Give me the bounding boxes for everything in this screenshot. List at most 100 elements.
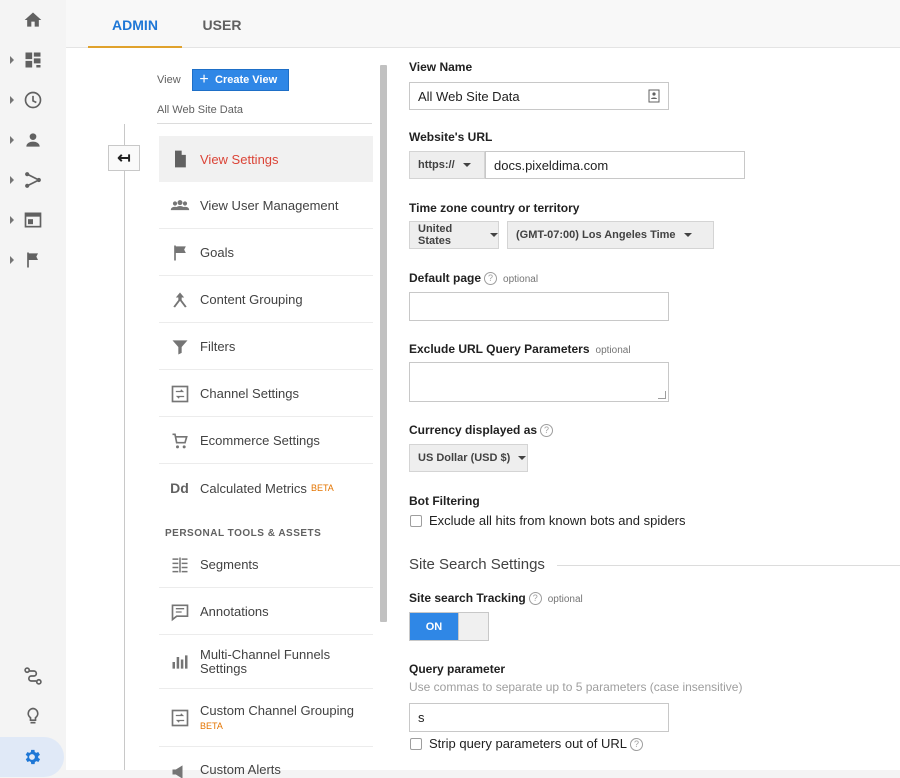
nav-item-segments[interactable]: Segments xyxy=(159,542,373,588)
tab-admin[interactable]: ADMIN xyxy=(88,0,182,48)
clock-icon xyxy=(24,91,42,109)
site-search-heading: Site Search Settings xyxy=(409,556,545,573)
back-arrow-icon: ↤ xyxy=(117,150,131,167)
nav-item-custom-alerts[interactable]: Custom Alerts xyxy=(159,748,373,778)
resize-handle-icon[interactable] xyxy=(658,391,666,399)
currency-value: US Dollar (USD $) xyxy=(418,452,511,464)
behavior-icon xyxy=(24,212,42,228)
dd-icon: Dd xyxy=(170,480,189,496)
help-icon[interactable]: ? xyxy=(629,738,643,751)
nav-item-multi-channel-funnels-settings[interactable]: Multi-Channel Funnels Settings xyxy=(159,636,373,689)
help-icon[interactable]: ? xyxy=(484,272,498,285)
attribution-icon[interactable] xyxy=(0,660,66,692)
nav-item-view-settings[interactable]: View Settings xyxy=(159,136,373,182)
nav-item-calculated-metrics[interactable]: Dd Calculated Metrics BETA xyxy=(159,465,373,511)
timezone-country-dropdown[interactable]: United States xyxy=(409,221,499,249)
nav-item-label: Goals xyxy=(200,245,234,260)
audience-nav[interactable] xyxy=(0,124,66,156)
lightbulb-icon[interactable] xyxy=(0,700,66,732)
divider xyxy=(157,123,372,124)
timezone-zone-dropdown[interactable]: (GMT-07:00) Los Angeles Time xyxy=(507,221,714,249)
query-parameter-input[interactable]: s xyxy=(409,703,669,732)
tab-user[interactable]: USER xyxy=(182,0,262,48)
create-view-button[interactable]: + Create View xyxy=(192,69,289,91)
nav-scrollbar[interactable] xyxy=(380,65,387,622)
left-rail xyxy=(0,0,66,778)
toggle-knob xyxy=(458,613,488,640)
help-icon[interactable]: ? xyxy=(528,592,542,605)
gear-icon xyxy=(25,749,41,765)
annotation-icon xyxy=(159,602,200,622)
nav-item-label: Content Grouping xyxy=(200,292,303,307)
nav-item-ecommerce-settings[interactable]: Ecommerce Settings xyxy=(159,418,373,464)
site-search-tracking-label: Site search Tracking? optional xyxy=(409,591,583,605)
view-name-input[interactable]: All Web Site Data xyxy=(409,82,669,110)
chevron-down-icon xyxy=(683,233,692,237)
optional-label: optional xyxy=(595,345,631,356)
bot-filtering-label: Bot Filtering xyxy=(409,494,480,508)
nav-item-goals[interactable]: Goals xyxy=(159,230,373,276)
bot-filtering-checkbox[interactable] xyxy=(410,515,422,527)
segments-icon xyxy=(159,555,200,575)
channel-icon xyxy=(159,708,200,728)
query-parameter-value: s xyxy=(418,710,425,725)
nav-item-custom-channel-grouping[interactable]: Custom Channel Grouping BETA xyxy=(159,690,373,747)
create-view-label: Create View xyxy=(215,74,278,86)
nav-item-label: Custom Channel Grouping BETA xyxy=(200,702,354,733)
home-icon[interactable] xyxy=(0,4,66,36)
flag-icon xyxy=(27,252,38,268)
admin-nav-column: View + Create View All Web Site Data ↤ V… xyxy=(88,48,388,778)
default-page-input[interactable] xyxy=(409,292,669,321)
nav-item-label-line2: Settings xyxy=(200,661,247,676)
view-name-label: View Name xyxy=(409,60,473,74)
strip-params-checkbox[interactable] xyxy=(410,738,422,750)
acquisition-nav[interactable] xyxy=(0,164,66,196)
document-icon xyxy=(159,149,200,169)
site-search-tracking-toggle[interactable]: ON xyxy=(409,612,489,641)
currency-dropdown[interactable]: US Dollar (USD $) xyxy=(409,444,528,472)
optional-label: optional xyxy=(547,594,583,605)
behavior-nav[interactable] xyxy=(0,204,66,236)
strip-params-label: Strip query parameters out of URL? xyxy=(429,736,643,751)
site-search-tracking-label-text: Site search Tracking xyxy=(409,591,526,605)
protocol-dropdown[interactable]: https:// xyxy=(409,151,485,179)
website-url-input[interactable]: docs.pixeldima.com xyxy=(485,151,745,179)
nav-item-content-grouping[interactable]: Content Grouping xyxy=(159,277,373,323)
exclude-params-textarea[interactable] xyxy=(409,362,669,402)
view-selector[interactable]: All Web Site Data xyxy=(157,104,243,116)
query-parameter-hint: Use commas to separate up to 5 parameter… xyxy=(409,680,743,694)
exclude-params-label-text: Exclude URL Query Parameters xyxy=(409,342,590,356)
chevron-down-icon xyxy=(518,456,527,460)
bot-filtering-checkbox-label: Exclude all hits from known bots and spi… xyxy=(429,513,686,528)
back-arrow-button[interactable]: ↤ xyxy=(108,145,140,171)
nav-item-view-user-management[interactable]: View User Management xyxy=(159,183,373,229)
currency-label: Currency displayed as? xyxy=(409,423,554,437)
help-icon[interactable]: ? xyxy=(540,424,554,437)
nav-item-annotations[interactable]: Annotations xyxy=(159,589,373,635)
nav-item-label-line1: Multi-Channel Funnels xyxy=(200,647,331,662)
bar-chart-icon xyxy=(159,652,200,672)
view-column-label: View xyxy=(157,74,181,86)
nav-item-label: Filters xyxy=(200,339,236,354)
channel-icon xyxy=(159,384,200,404)
nav-item-label-text: Custom Channel Grouping xyxy=(200,702,354,718)
nav-item-label: View Settings xyxy=(200,151,279,167)
realtime-nav[interactable] xyxy=(0,84,66,116)
nav-item-channel-settings[interactable]: Channel Settings xyxy=(159,371,373,417)
column-connector-line xyxy=(124,124,125,770)
beta-badge: BETA xyxy=(200,720,223,731)
expand-arrow-icon xyxy=(10,216,14,224)
dashboard-nav[interactable] xyxy=(0,44,66,76)
timezone-zone-value: (GMT-07:00) Los Angeles Time xyxy=(516,229,676,241)
nav-item-label: Segments xyxy=(200,557,259,572)
person-icon xyxy=(26,133,40,147)
currency-label-text: Currency displayed as xyxy=(409,423,538,437)
conversions-nav[interactable] xyxy=(0,244,66,276)
chevron-down-icon xyxy=(490,233,498,237)
cart-icon xyxy=(159,431,200,451)
filter-icon xyxy=(159,337,200,357)
admin-nav[interactable] xyxy=(0,737,64,777)
expand-arrow-icon xyxy=(10,56,14,64)
nav-item-filters[interactable]: Filters xyxy=(159,324,373,370)
timezone-label: Time zone country or territory xyxy=(409,201,580,215)
